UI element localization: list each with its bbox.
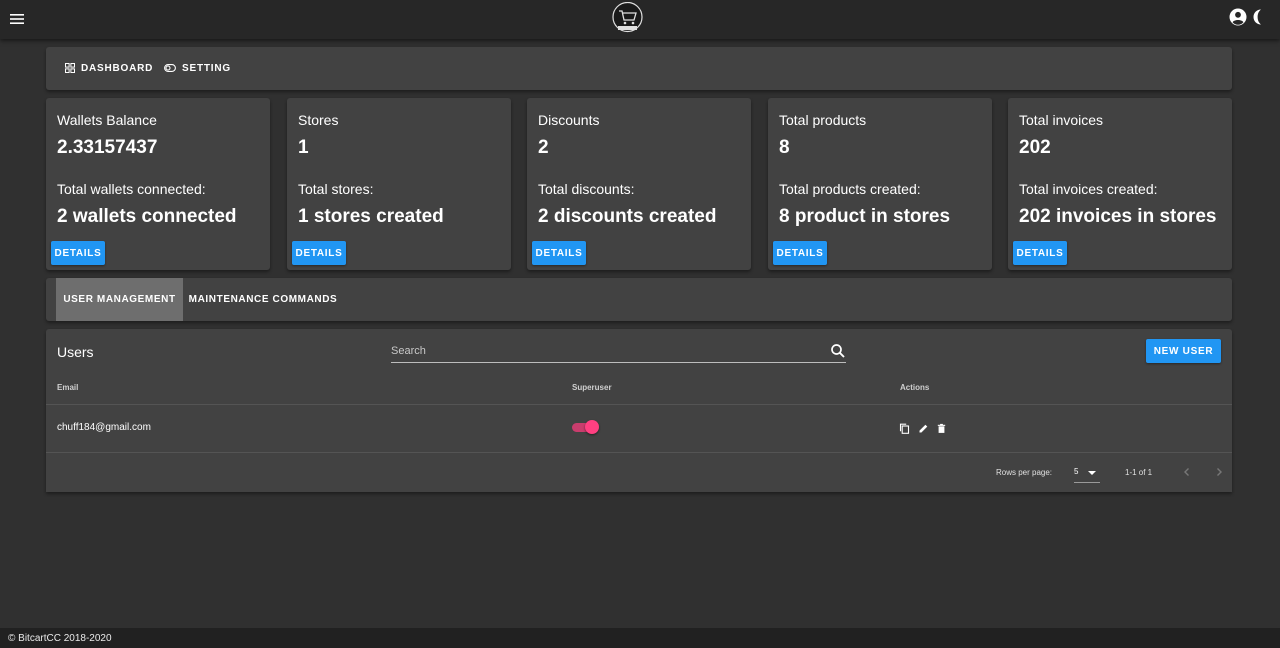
rows-per-page-label: Rows per page:	[996, 468, 1053, 477]
stat-subtitle: Total products created:	[779, 181, 921, 197]
stat-card-stores: Stores 1 Total stores: 1 stores created …	[287, 98, 511, 270]
pagination-range: 1-1 of 1	[1125, 468, 1153, 477]
top-nav: DASHBOARD SETTING	[46, 47, 1232, 90]
stat-summary: 1 stores created	[298, 206, 444, 227]
stat-subtitle: Total wallets connected:	[57, 181, 206, 197]
stat-value: 202	[1019, 137, 1051, 158]
toggle-icon	[164, 64, 176, 72]
stat-summary: 8 product in stores	[779, 206, 951, 227]
admin-tabs: USER MANAGEMENT MAINTENANCE COMMANDS	[46, 278, 1232, 321]
trash-icon[interactable]	[936, 423, 947, 434]
stat-summary: 2 discounts created	[538, 206, 717, 227]
copy-icon[interactable]	[899, 423, 910, 434]
menu-icon	[10, 14, 24, 24]
stat-subtitle: Total invoices created:	[1019, 181, 1158, 197]
user-email: chuff184@gmail.com	[57, 422, 151, 433]
superuser-toggle[interactable]	[572, 420, 600, 434]
stat-title: Wallets Balance	[57, 112, 157, 128]
page-footer: © BitcartCC 2018-2020	[0, 628, 1280, 648]
account-button[interactable]	[1229, 8, 1249, 28]
stat-title: Total products	[779, 112, 867, 128]
invoices-details-button[interactable]: DETAILS	[1013, 241, 1067, 265]
chevron-left-icon[interactable]	[1180, 465, 1194, 479]
stat-subtitle: Total stores:	[298, 181, 374, 197]
discounts-details-button[interactable]: DETAILS	[532, 241, 586, 265]
rows-per-page-select[interactable]: 5	[1074, 465, 1100, 483]
nav-dashboard-label: DASHBOARD	[81, 62, 154, 74]
nav-setting[interactable]: SETTING	[164, 60, 231, 76]
stores-details-button[interactable]: DETAILS	[292, 241, 346, 265]
chevron-down-icon	[1088, 471, 1096, 475]
stat-title: Total invoices	[1019, 112, 1104, 128]
header-divider	[46, 404, 1232, 405]
products-details-button[interactable]: DETAILS	[773, 241, 827, 265]
nav-dashboard[interactable]: DASHBOARD	[65, 60, 153, 76]
new-user-button[interactable]: NEW USER	[1146, 339, 1221, 363]
rows-per-page-value: 5	[1074, 467, 1079, 476]
theme-toggle-button[interactable]	[1251, 8, 1267, 28]
wallets-details-button[interactable]: DETAILS	[51, 241, 105, 265]
stat-value: 1	[298, 137, 309, 158]
account-circle-icon	[1229, 8, 1247, 26]
nav-setting-label: SETTING	[182, 62, 231, 74]
tab-user-management[interactable]: USER MANAGEMENT	[56, 278, 183, 321]
column-header-actions: Actions	[900, 383, 930, 392]
app-bar	[0, 0, 1280, 39]
stat-card-products: Total products 8 Total products created:…	[768, 98, 992, 270]
search-input[interactable]	[391, 343, 811, 359]
search-icon[interactable]	[830, 343, 846, 359]
search-field	[391, 341, 846, 363]
moon-icon	[1253, 9, 1261, 25]
users-title: Users	[57, 344, 94, 360]
row-divider	[46, 452, 1232, 453]
stat-card-invoices: Total invoices 202 Total invoices create…	[1008, 98, 1232, 270]
column-header-superuser[interactable]: Superuser	[572, 383, 612, 392]
toggle-thumb	[585, 420, 599, 434]
stat-value: 2	[538, 137, 549, 158]
stat-subtitle: Total discounts:	[538, 181, 635, 197]
stat-summary: 2 wallets connected	[57, 206, 237, 227]
column-header-email[interactable]: Email	[57, 383, 78, 392]
users-table-card: Users NEW USER Email Superuser Actions c…	[46, 329, 1232, 492]
stat-title: Discounts	[538, 112, 600, 128]
copyright-text: © BitcartCC 2018-2020	[8, 633, 112, 644]
stat-value: 8	[779, 137, 790, 158]
cart-logo-icon	[612, 1, 643, 33]
stat-summary: 202 invoices in stores	[1019, 206, 1217, 227]
tab-maintenance-commands[interactable]: MAINTENANCE COMMANDS	[183, 278, 343, 321]
bitcart-logo[interactable]	[610, 1, 645, 34]
stat-card-wallets: Wallets Balance 2.33157437 Total wallets…	[46, 98, 270, 270]
dashboard-grid-icon	[65, 63, 75, 73]
chevron-right-icon[interactable]	[1212, 465, 1226, 479]
stat-value: 2.33157437	[57, 137, 158, 158]
pencil-icon[interactable]	[918, 423, 929, 434]
menu-button[interactable]	[6, 8, 28, 30]
stat-card-discounts: Discounts 2 Total discounts: 2 discounts…	[527, 98, 751, 270]
stat-title: Stores	[298, 112, 339, 128]
